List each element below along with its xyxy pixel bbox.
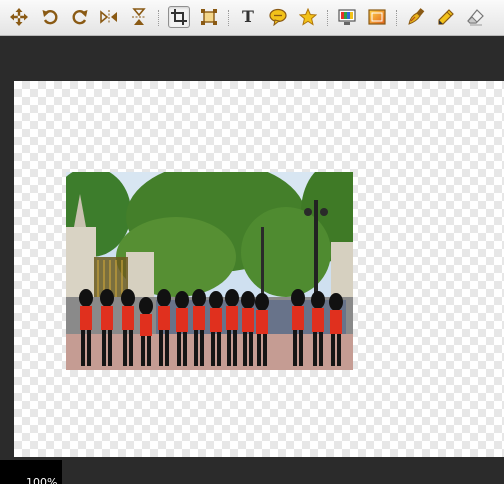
flip-horizontal-icon xyxy=(100,10,117,24)
photo-illustration xyxy=(66,172,353,370)
speech-bubble-icon xyxy=(269,8,287,26)
pencil-icon xyxy=(438,9,454,25)
adjust-colors-icon xyxy=(338,9,356,25)
flip-horizontal-button[interactable] xyxy=(98,6,120,28)
brush-tool-button[interactable] xyxy=(405,6,427,28)
effects-icon xyxy=(368,9,386,25)
workspace-top xyxy=(0,37,504,81)
resize-icon xyxy=(201,9,217,25)
eraser-icon xyxy=(467,9,484,26)
redo-button[interactable] xyxy=(69,6,91,28)
adjust-colors-button[interactable] xyxy=(336,6,358,28)
brush-icon xyxy=(408,8,425,25)
zoom-level-text: 100% xyxy=(26,476,58,484)
toolbar-separator xyxy=(396,10,398,26)
resize-tool-button[interactable] xyxy=(198,6,220,28)
flip-vertical-icon xyxy=(132,8,146,25)
toolbar-separator xyxy=(327,10,329,26)
speech-bubble-button[interactable] xyxy=(267,6,289,28)
eraser-tool-button[interactable] xyxy=(465,6,487,28)
text-tool-button[interactable]: T xyxy=(237,6,259,28)
pencil-tool-button[interactable] xyxy=(435,6,457,28)
guards-photo[interactable] xyxy=(66,172,353,370)
move-tool-button[interactable] xyxy=(8,6,30,28)
toolbar-separator xyxy=(228,10,230,26)
toolbar-separator xyxy=(158,10,160,26)
crop-tool-button[interactable] xyxy=(168,6,190,28)
undo-button[interactable] xyxy=(39,6,61,28)
undo-icon xyxy=(42,10,58,25)
crop-icon xyxy=(171,9,187,25)
move-icon xyxy=(10,8,28,26)
effects-button[interactable] xyxy=(366,6,388,28)
star-icon xyxy=(299,8,317,26)
text-icon: T xyxy=(242,7,254,26)
sticker-button[interactable] xyxy=(297,6,319,28)
editor-toolbar: T xyxy=(0,0,504,36)
zoom-level-indicator: 100% xyxy=(0,460,62,484)
flip-vertical-button[interactable] xyxy=(128,6,150,28)
redo-icon xyxy=(72,10,88,25)
